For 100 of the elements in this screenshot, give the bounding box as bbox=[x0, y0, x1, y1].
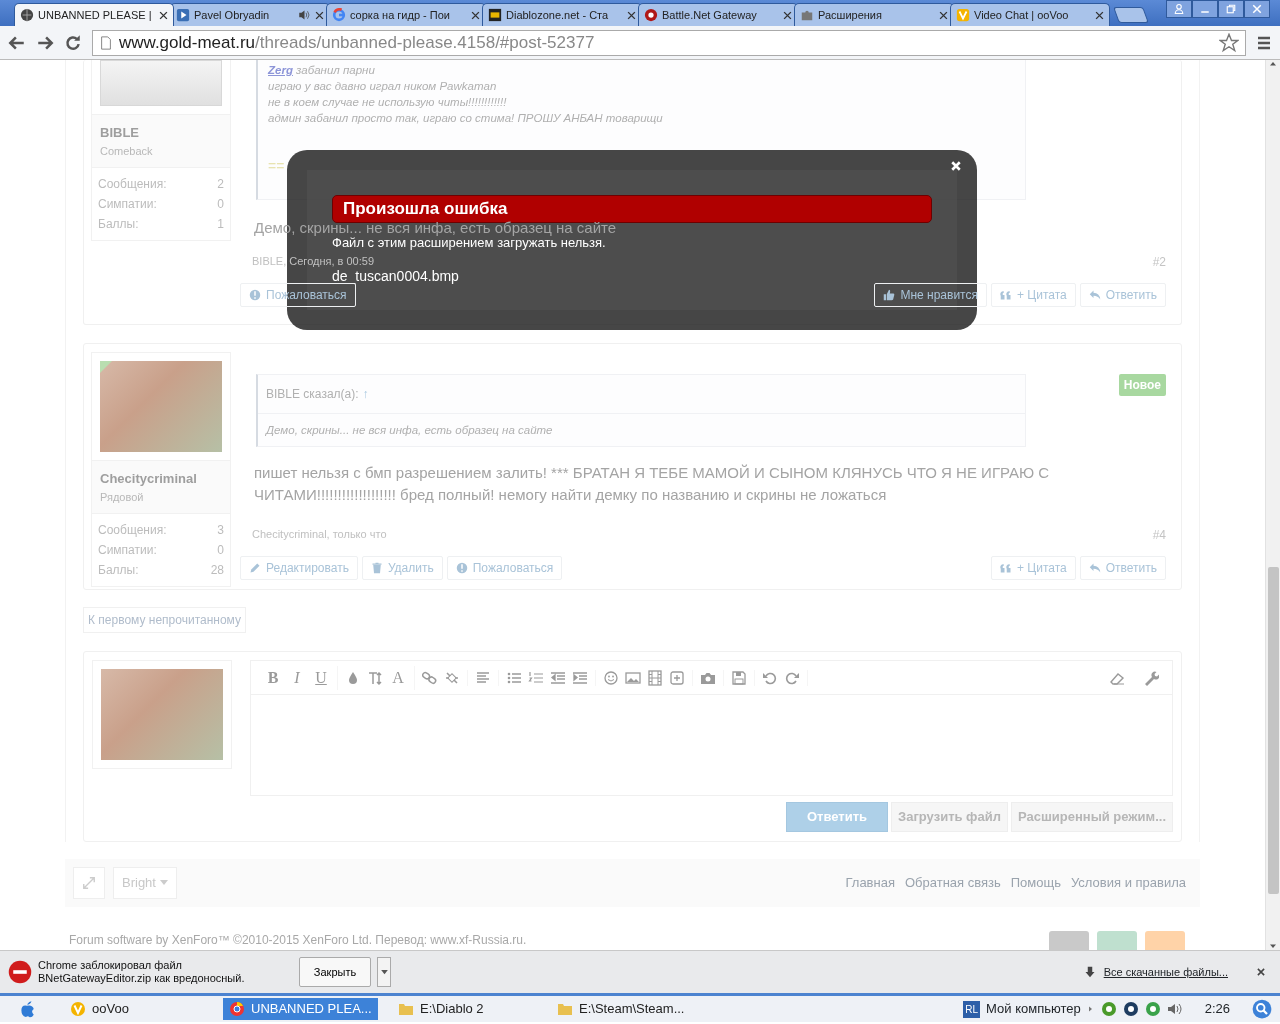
chat-logo-icon bbox=[956, 8, 970, 22]
editor-button[interactable]: Ответить bbox=[786, 802, 889, 832]
quote-line: не в коем случае не использую читы!!!!!!!!!!!! bbox=[268, 95, 508, 110]
username[interactable]: Checitycriminal bbox=[100, 469, 222, 489]
stat-label: Симпатии: bbox=[98, 542, 157, 559]
stat-label: Сообщения: bbox=[98, 522, 167, 539]
menu-icon[interactable] bbox=[1256, 34, 1272, 51]
editor-button[interactable]: Расширенный режим... bbox=[1010, 802, 1173, 832]
wrench-icon[interactable] bbox=[1143, 669, 1159, 686]
url-text: www.gold-meat.ru/threads/unbanned-please.4158/#post-52377 bbox=[119, 31, 595, 54]
dropdown-button[interactable] bbox=[377, 957, 391, 987]
stat-label: Баллы: bbox=[98, 216, 139, 233]
post-action-button[interactable]: Ответить bbox=[1079, 283, 1166, 307]
all-downloads-link[interactable]: Все скачанные файлы... bbox=[1103, 963, 1228, 981]
stat-label: Симпатии: bbox=[98, 196, 157, 213]
scrollbar[interactable] bbox=[1265, 60, 1280, 950]
language-indicator[interactable]: RL bbox=[963, 1000, 981, 1018]
pencil-icon bbox=[249, 562, 261, 574]
format-button[interactable]: A bbox=[389, 665, 407, 690]
mention-link[interactable]: Zerg bbox=[268, 64, 293, 76]
numbered-list-icon[interactable] bbox=[528, 669, 544, 686]
image-icon[interactable] bbox=[625, 669, 641, 686]
link-icon[interactable] bbox=[422, 669, 438, 686]
format-button[interactable]: U bbox=[312, 665, 330, 690]
format-button[interactable]: B bbox=[264, 665, 282, 690]
close-icon[interactable] bbox=[471, 10, 480, 20]
scroll-thumb[interactable] bbox=[1267, 567, 1279, 894]
reply-icon bbox=[1088, 562, 1101, 574]
close-icon[interactable] bbox=[939, 10, 948, 20]
trash-icon bbox=[370, 562, 383, 574]
quote-line: Zerg забанил парни bbox=[268, 63, 376, 78]
new-tab-button[interactable] bbox=[1113, 7, 1149, 23]
browser-tab[interactable]: Video Chat | ooVoo bbox=[950, 3, 1110, 26]
smiley-icon[interactable] bbox=[603, 669, 619, 686]
game-logo-icon bbox=[644, 8, 658, 22]
post-meta: Checitycriminal, только что bbox=[252, 527, 387, 542]
user-title: Рядовой bbox=[100, 489, 145, 505]
reload-icon[interactable] bbox=[64, 33, 82, 52]
outdent-icon[interactable] bbox=[550, 669, 566, 686]
taskbar-button[interactable]: E:\Steam\Steam... bbox=[551, 998, 706, 1020]
close-icon[interactable] bbox=[1256, 967, 1266, 977]
post-action-button[interactable]: Редактировать bbox=[240, 556, 358, 580]
close-button[interactable]: Закрыть bbox=[299, 957, 371, 987]
search-icon[interactable] bbox=[1252, 999, 1272, 1019]
stat-value: 0 bbox=[217, 542, 224, 559]
jump-link[interactable]: ↑ bbox=[362, 385, 369, 403]
insert-icon[interactable] bbox=[669, 669, 685, 686]
taskbar-button[interactable]: E:\Diablo 2 bbox=[392, 998, 547, 1020]
restore-icon[interactable] bbox=[1225, 3, 1237, 15]
stat-value: 0 bbox=[217, 196, 224, 213]
stat-value: 1 bbox=[217, 216, 224, 233]
post-number[interactable]: #4 bbox=[1152, 526, 1166, 544]
star-icon[interactable] bbox=[1219, 32, 1239, 53]
taskbar-button[interactable]: ooVoo bbox=[64, 998, 219, 1020]
globe-icon bbox=[20, 8, 34, 22]
post-action-button[interactable]: Ответить bbox=[1079, 556, 1166, 580]
user-icon[interactable] bbox=[1173, 3, 1185, 15]
format-button[interactable]: I bbox=[288, 665, 306, 690]
separator-mark: == bbox=[268, 157, 285, 176]
align-left-icon[interactable] bbox=[475, 669, 491, 686]
stat-label: Баллы: bbox=[98, 562, 139, 579]
indent-icon[interactable] bbox=[572, 669, 588, 686]
footer-link[interactable]: Условия и правила bbox=[1070, 873, 1186, 893]
volume-icon[interactable] bbox=[1166, 1001, 1183, 1017]
taskbar-button[interactable]: UNBANNED PLEA... bbox=[223, 998, 378, 1020]
clock: 2:26 bbox=[1204, 1000, 1230, 1019]
unlink-icon[interactable] bbox=[444, 669, 460, 686]
post-action-button[interactable]: + Цитата bbox=[990, 283, 1076, 307]
browser-icon bbox=[229, 1001, 245, 1017]
quote-line: админ забанил просто так, играю со стима! ПРОШУ АНБАН товарищи bbox=[268, 111, 664, 126]
footer-link[interactable]: Главная bbox=[845, 873, 895, 893]
close-icon[interactable] bbox=[627, 10, 636, 20]
post-action-button[interactable]: + Цитата bbox=[990, 556, 1076, 580]
close-icon[interactable] bbox=[159, 10, 168, 20]
text-size-icon[interactable] bbox=[367, 669, 383, 686]
editor-button[interactable]: Загрузить файл bbox=[891, 802, 1008, 832]
jump-link[interactable]: К первому непрочитанному bbox=[83, 607, 246, 633]
stat-value: 3 bbox=[217, 522, 224, 539]
footer-link[interactable]: Обратная связь bbox=[904, 873, 1001, 893]
tab-title: Battle.Net Gateway bbox=[662, 7, 758, 23]
film-icon[interactable] bbox=[647, 669, 663, 686]
stat-value: 28 bbox=[210, 562, 224, 579]
address-bar[interactable]: www.gold-meat.ru/threads/unbanned-please.4158/#post-52377 bbox=[92, 29, 1246, 56]
fullscreen-button[interactable] bbox=[73, 867, 105, 899]
post-action-button[interactable]: Пожаловаться bbox=[446, 556, 563, 580]
copyright-text: Forum software by XenForo™ ©2010-2015 XenForo Ltd. Перевод: www.xf-Russia.ru. bbox=[69, 932, 527, 949]
post-number[interactable]: #2 bbox=[1152, 253, 1166, 271]
my-computer-label[interactable]: Мой компьютер bbox=[986, 999, 1081, 1019]
footer-link[interactable]: Помощь bbox=[1010, 873, 1061, 893]
browser-tab[interactable]: UNBANNED PLEASE | bbox=[14, 3, 174, 26]
post-action-button[interactable]: Удалить bbox=[361, 556, 443, 580]
quote-author: BIBLE сказал(а): bbox=[266, 386, 359, 403]
alert-icon bbox=[249, 289, 261, 301]
tab-title: UNBANNED PLEASE | bbox=[38, 7, 153, 23]
start-icon[interactable] bbox=[18, 1000, 36, 1018]
username[interactable]: BIBLE bbox=[100, 123, 222, 143]
close-icon[interactable] bbox=[1095, 10, 1104, 20]
download-warning: BNetGatewayEditor.zip как вредоносный. bbox=[38, 972, 246, 985]
close-icon[interactable] bbox=[315, 10, 324, 20]
close-icon[interactable] bbox=[783, 10, 792, 20]
